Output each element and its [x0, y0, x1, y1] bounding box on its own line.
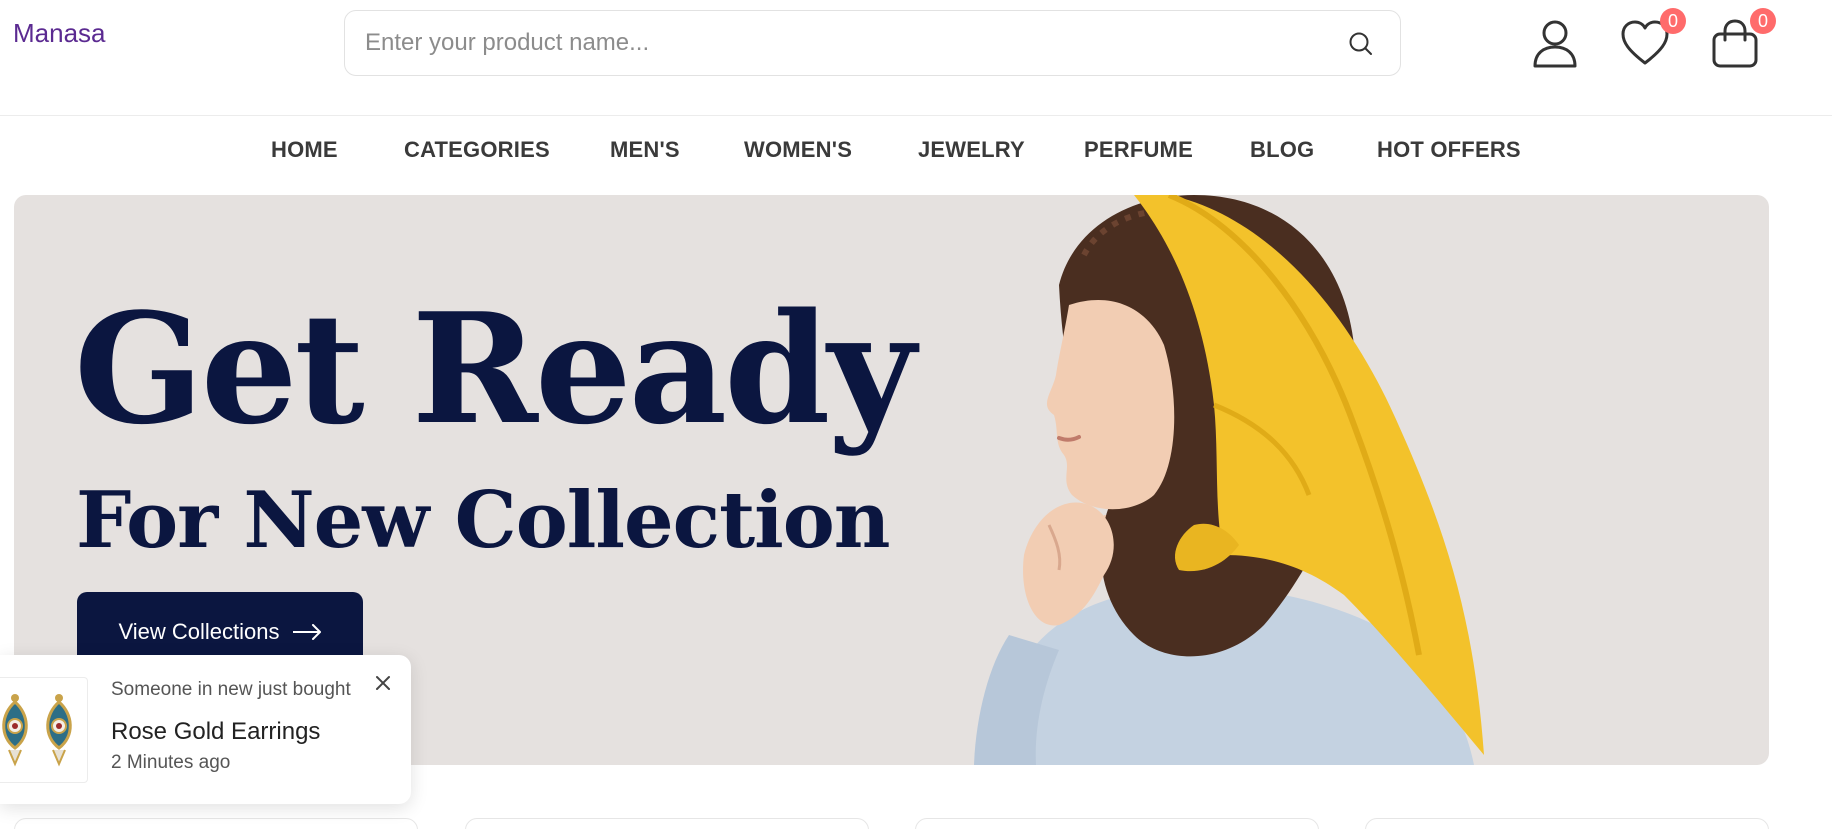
toast-product-name[interactable]: Rose Gold Earrings — [111, 718, 320, 746]
nav-item-categories[interactable]: CATEGORIES — [404, 137, 550, 163]
nav-item-home[interactable]: HOME — [271, 137, 338, 163]
search-icon[interactable] — [1346, 29, 1376, 59]
wishlist-button[interactable]: 0 — [1618, 8, 1686, 70]
nav-item-hot-offers[interactable]: HOT OFFERS — [1377, 137, 1521, 163]
search-bar — [344, 10, 1401, 76]
product-card[interactable] — [14, 818, 418, 829]
nav-item-mens[interactable]: MEN'S — [610, 137, 680, 163]
main-nav: HOME CATEGORIES MEN'S WOMEN'S JEWELRY PE… — [0, 137, 1832, 177]
wishlist-count-badge: 0 — [1660, 8, 1686, 34]
cart-count-badge: 0 — [1750, 8, 1776, 34]
nav-item-blog[interactable]: BLOG — [1250, 137, 1314, 163]
site-header: Manasa 0 0 — [0, 0, 1832, 116]
toast-time: 2 Minutes ago — [111, 752, 231, 773]
toast-message: Someone in new just bought — [111, 679, 351, 700]
site-logo[interactable]: Manasa — [13, 18, 106, 49]
close-icon[interactable] — [373, 673, 393, 693]
product-card[interactable] — [1365, 818, 1769, 829]
purchase-toast: Someone in new just bought Rose Gold Ear… — [0, 655, 411, 804]
nav-item-womens[interactable]: WOMEN'S — [744, 137, 852, 163]
product-card[interactable] — [915, 818, 1319, 829]
view-collections-label: View Collections — [118, 619, 280, 644]
product-card[interactable] — [465, 818, 869, 829]
toast-product-image — [0, 677, 88, 783]
earrings-image — [2, 694, 72, 767]
cart-button[interactable]: 0 — [1708, 8, 1776, 70]
hero-subtitle: For New Collection — [76, 475, 890, 566]
nav-item-jewelry[interactable]: JEWELRY — [918, 137, 1025, 163]
user-icon[interactable] — [1528, 16, 1582, 70]
search-input[interactable] — [365, 11, 1325, 75]
nav-item-perfume[interactable]: PERFUME — [1084, 137, 1193, 163]
hero-title: Get Ready — [74, 279, 916, 458]
hero-model-image — [974, 195, 1484, 765]
arrow-right-icon — [292, 624, 321, 640]
